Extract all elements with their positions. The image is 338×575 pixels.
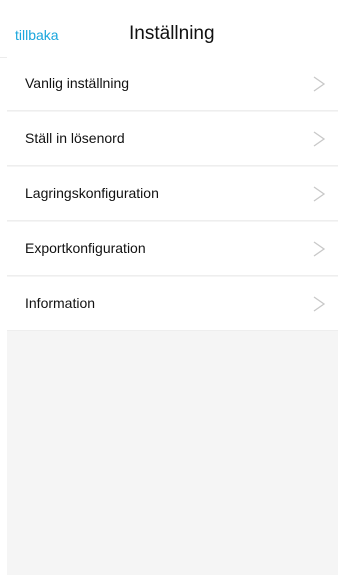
app-header: tillbaka Inställning — [0, 0, 338, 58]
back-button[interactable]: tillbaka — [15, 26, 59, 44]
settings-item-password[interactable]: Ställ in lösenord — [7, 112, 338, 166]
settings-item-label: Exportkonfiguration — [25, 240, 146, 256]
settings-list: Vanlig inställning Ställ in lösenord Lag… — [7, 57, 338, 575]
chevron-right-icon — [312, 75, 326, 93]
settings-item-information[interactable]: Information — [7, 277, 338, 331]
settings-item-export[interactable]: Exportkonfiguration — [7, 222, 338, 276]
chevron-right-icon — [312, 185, 326, 203]
settings-item-label: Ställ in lösenord — [25, 130, 125, 146]
chevron-right-icon — [312, 130, 326, 148]
page-title: Inställning — [129, 23, 215, 44]
settings-item-label: Lagringskonfiguration — [25, 185, 159, 201]
settings-item-storage[interactable]: Lagringskonfiguration — [7, 167, 338, 221]
chevron-right-icon — [312, 240, 326, 258]
settings-item-general[interactable]: Vanlig inställning — [7, 57, 338, 111]
settings-item-label: Information — [25, 295, 96, 311]
chevron-right-icon — [312, 295, 326, 313]
settings-item-label: Vanlig inställning — [25, 75, 130, 91]
